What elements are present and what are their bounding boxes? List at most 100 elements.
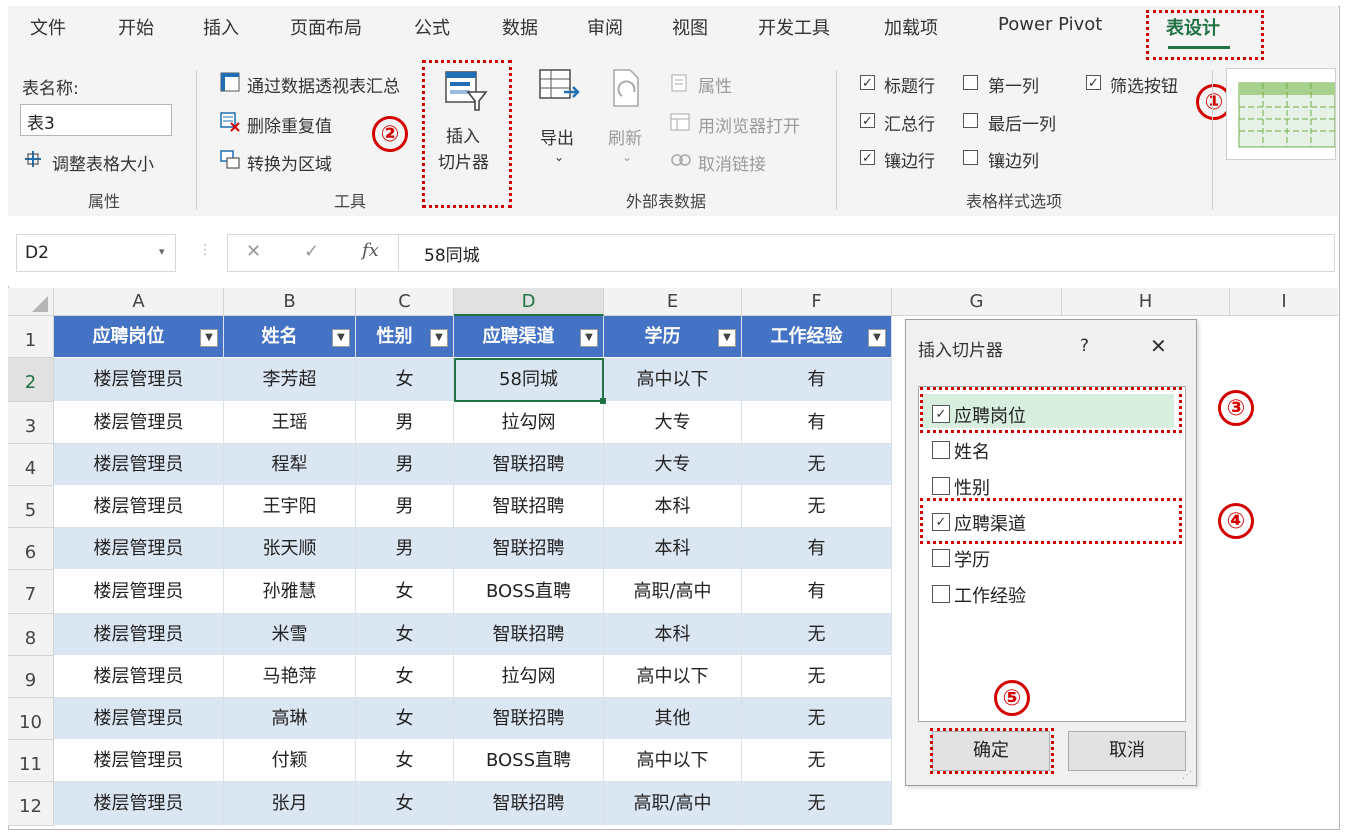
fill-handle[interactable] <box>600 398 606 404</box>
tab-formulas[interactable]: 公式 <box>414 14 450 40</box>
table-cell[interactable]: 楼层管理员 <box>54 740 224 782</box>
table-cell[interactable]: 拉勾网 <box>454 402 604 444</box>
table-cell[interactable]: 本科 <box>604 614 742 656</box>
table-cell[interactable]: 程犁 <box>224 444 356 486</box>
cancel-button[interactable]: 取消 <box>1068 731 1186 771</box>
filter-dropdown-icon[interactable]: ▼ <box>200 329 218 347</box>
table-cell[interactable]: 王宇阳 <box>224 486 356 528</box>
table-cell[interactable]: BOSS直聘 <box>454 740 604 782</box>
close-icon[interactable]: ✕ <box>1150 334 1167 358</box>
table-cell[interactable]: 高中以下 <box>604 656 742 698</box>
properties-button[interactable]: 属性 <box>698 72 732 97</box>
row-header[interactable]: 8 <box>8 614 54 656</box>
first-column-checkbox[interactable] <box>963 75 978 90</box>
table-cell[interactable]: 大专 <box>604 444 742 486</box>
filter-dropdown-icon[interactable]: ▼ <box>580 329 598 347</box>
table-cell[interactable]: 楼层管理员 <box>54 782 224 826</box>
tab-file[interactable]: 文件 <box>30 14 66 40</box>
column-header-a[interactable]: A <box>54 288 224 316</box>
row-header[interactable]: 10 <box>8 698 54 740</box>
field-checkbox[interactable] <box>932 441 950 459</box>
filter-button-checkbox[interactable]: ✓ <box>1086 75 1101 91</box>
table-header-cell[interactable]: 应聘岗位 <box>54 316 224 358</box>
table-cell[interactable]: 智联招聘 <box>454 782 604 826</box>
filter-dropdown-icon[interactable]: ▼ <box>430 329 448 347</box>
table-cell[interactable]: 高职/高中 <box>604 570 742 614</box>
insert-function-icon[interactable]: fx <box>362 240 379 261</box>
banded-rows-checkbox[interactable]: ✓ <box>860 150 875 166</box>
column-header-d[interactable]: D <box>454 288 604 316</box>
row-header[interactable]: 1 <box>8 316 54 358</box>
table-cell[interactable]: 无 <box>742 698 892 740</box>
open-in-browser-button[interactable]: 用浏览器打开 <box>698 112 800 137</box>
table-cell[interactable]: 李芳超 <box>224 358 356 402</box>
field-label[interactable]: 工作经验 <box>954 582 1026 608</box>
column-header-b[interactable]: B <box>224 288 356 316</box>
table-cell[interactable]: 智联招聘 <box>454 614 604 656</box>
table-cell[interactable]: 楼层管理员 <box>54 656 224 698</box>
table-cell[interactable]: 无 <box>742 740 892 782</box>
filter-dropdown-icon[interactable]: ▼ <box>868 329 886 347</box>
table-cell[interactable]: 有 <box>742 528 892 570</box>
last-column-checkbox[interactable] <box>963 113 978 128</box>
table-cell[interactable]: 楼层管理员 <box>54 358 224 402</box>
field-checkbox[interactable] <box>932 477 950 495</box>
tab-power-pivot[interactable]: Power Pivot <box>998 14 1102 35</box>
table-cell[interactable]: 男 <box>356 528 454 570</box>
table-cell[interactable]: 其他 <box>604 698 742 740</box>
row-header[interactable]: 5 <box>8 486 54 528</box>
table-cell[interactable]: 无 <box>742 656 892 698</box>
table-cell[interactable]: 高职/高中 <box>604 782 742 826</box>
table-cell[interactable]: 米雪 <box>224 614 356 656</box>
convert-to-range-button[interactable]: 转换为区域 <box>247 150 332 175</box>
tab-data[interactable]: 数据 <box>502 14 538 40</box>
table-cell[interactable]: 有 <box>742 402 892 444</box>
table-cell[interactable]: 付颖 <box>224 740 356 782</box>
table-cell[interactable]: 智联招聘 <box>454 528 604 570</box>
table-cell[interactable]: 无 <box>742 782 892 826</box>
row-header[interactable]: 7 <box>8 570 54 614</box>
table-cell[interactable]: 智联招聘 <box>454 698 604 740</box>
tab-addins[interactable]: 加载项 <box>884 14 938 40</box>
table-cell[interactable]: 楼层管理员 <box>54 614 224 656</box>
table-cell[interactable]: 女 <box>356 570 454 614</box>
filter-dropdown-icon[interactable]: ▼ <box>718 329 736 347</box>
table-cell[interactable]: 男 <box>356 486 454 528</box>
resize-grip-icon[interactable]: ⋰ <box>1182 770 1192 781</box>
column-header-f[interactable]: F <box>742 288 892 316</box>
unlink-button[interactable]: 取消链接 <box>698 150 766 175</box>
tab-home[interactable]: 开始 <box>118 14 154 40</box>
column-header-g[interactable]: G <box>892 288 1062 316</box>
resize-table-button[interactable]: 调整表格大小 <box>52 150 154 175</box>
row-header[interactable]: 6 <box>8 528 54 570</box>
table-cell[interactable]: 张天顺 <box>224 528 356 570</box>
field-label[interactable]: 学历 <box>954 546 990 572</box>
table-cell[interactable]: 楼层管理员 <box>54 402 224 444</box>
table-cell[interactable]: 楼层管理员 <box>54 486 224 528</box>
enter-icon[interactable]: ✓ <box>304 241 319 262</box>
table-cell[interactable]: 楼层管理员 <box>54 698 224 740</box>
tab-review[interactable]: 审阅 <box>587 14 623 40</box>
export-button[interactable]: 导出 ⌄ <box>530 66 586 176</box>
table-cell[interactable]: 女 <box>356 698 454 740</box>
table-cell[interactable]: 王瑶 <box>224 402 356 444</box>
total-row-checkbox[interactable]: ✓ <box>860 113 875 129</box>
table-cell[interactable]: 楼层管理员 <box>54 444 224 486</box>
table-cell[interactable]: 本科 <box>604 486 742 528</box>
table-cell[interactable]: 女 <box>356 740 454 782</box>
table-cell[interactable]: 无 <box>742 444 892 486</box>
cancel-icon[interactable]: ✕ <box>246 241 261 262</box>
banded-columns-checkbox[interactable] <box>963 150 978 165</box>
row-header[interactable]: 9 <box>8 656 54 698</box>
table-cell[interactable]: 孙雅慧 <box>224 570 356 614</box>
table-cell[interactable]: 无 <box>742 486 892 528</box>
row-header[interactable]: 3 <box>8 402 54 444</box>
formula-input[interactable]: ✕ ✓ fx 58同城 <box>227 234 1335 272</box>
help-button[interactable]: ? <box>1080 336 1089 356</box>
table-cell[interactable]: 大专 <box>604 402 742 444</box>
table-cell[interactable]: 高中以下 <box>604 358 742 402</box>
field-label[interactable]: 姓名 <box>954 438 990 464</box>
table-cell[interactable]: BOSS直聘 <box>454 570 604 614</box>
column-header-h[interactable]: H <box>1062 288 1230 316</box>
filter-dropdown-icon[interactable]: ▼ <box>332 329 350 347</box>
